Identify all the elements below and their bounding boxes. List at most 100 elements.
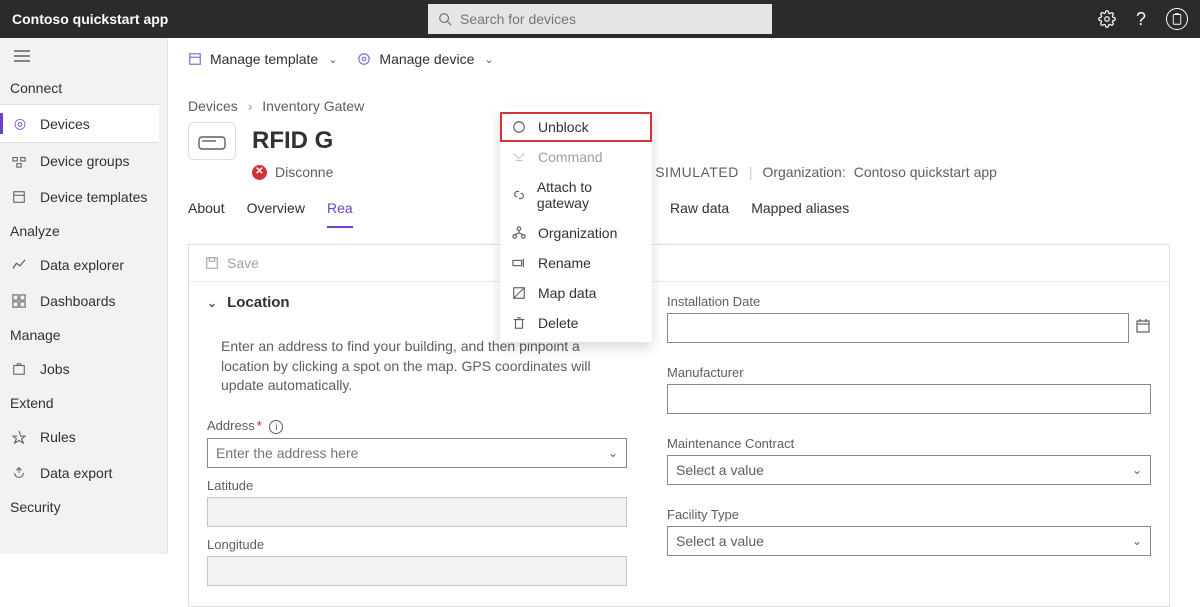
longitude-label: Longitude (207, 537, 627, 552)
select-placeholder: Select a value (676, 462, 764, 478)
calendar-icon[interactable] (1129, 318, 1151, 334)
breadcrumb-root[interactable]: Devices (188, 98, 238, 114)
help-icon[interactable]: ? (1136, 9, 1146, 30)
nav-section-manage: Manage (0, 319, 167, 351)
save-bar: Save (189, 245, 1169, 282)
settings-icon[interactable] (1098, 10, 1116, 28)
manage-device-button[interactable]: Manage device ⌄ (357, 51, 493, 67)
menu-item-label: Rename (538, 255, 591, 271)
device-icon (357, 52, 371, 66)
manufacturer-label: Manufacturer (667, 365, 1151, 380)
sidebar-item-device-templates[interactable]: Device templates (0, 179, 167, 215)
latitude-input[interactable] (207, 497, 627, 527)
sidebar-item-label: Dashboards (40, 293, 116, 309)
sidebar-item-label: Device groups (40, 153, 130, 169)
sidebar: Connect ◎ Devices Device groups Device t… (0, 38, 168, 554)
longitude-input[interactable] (207, 556, 627, 586)
device-templates-icon (12, 190, 28, 204)
menu-item-command: Command (500, 142, 652, 172)
rename-icon (512, 256, 528, 270)
breadcrumb-separator: › (248, 98, 253, 114)
mapdata-icon (512, 286, 528, 300)
chevron-down-icon: ⌄ (484, 53, 493, 66)
sidebar-item-dashboards[interactable]: Dashboards (0, 283, 167, 319)
breadcrumb-child[interactable]: Inventory Gatew (262, 98, 364, 114)
device-thumbnail-icon (188, 122, 236, 160)
device-groups-icon (12, 154, 28, 168)
device-tabs: About Overview Rea Devices Commands Raw … (168, 180, 1200, 228)
info-icon[interactable]: i (269, 420, 283, 434)
data-export-icon (12, 466, 28, 480)
manage-template-button[interactable]: Manage template ⌄ (188, 51, 337, 67)
section-title: Location (227, 294, 290, 311)
sidebar-item-jobs[interactable]: Jobs (0, 351, 167, 387)
org-label: Organization: (762, 164, 845, 180)
facility-type-select[interactable]: Select a value ⌄ (667, 526, 1151, 556)
hamburger-icon[interactable] (0, 50, 167, 72)
menu-item-organization[interactable]: Organization (500, 218, 652, 248)
global-search[interactable] (428, 4, 772, 34)
select-placeholder: Select a value (676, 533, 764, 549)
form-panel: Save ⌄ Location Enter an address to find… (188, 244, 1170, 607)
cmd-label: Manage template (210, 51, 318, 67)
menu-item-delete[interactable]: Delete (500, 308, 652, 338)
facility-type-label: Facility Type (667, 507, 1151, 522)
manufacturer-input[interactable] (667, 384, 1151, 414)
sidebar-item-label: Jobs (40, 361, 70, 377)
menu-item-rename[interactable]: Rename (500, 248, 652, 278)
menu-item-map-data[interactable]: Map data (500, 278, 652, 308)
app-title: Contoso quickstart app (12, 11, 168, 27)
save-button[interactable]: Save (227, 255, 259, 271)
menu-item-label: Map data (538, 285, 596, 301)
maint-contract-label: Maintenance Contract (667, 436, 1151, 451)
menu-item-label: Attach to gateway (537, 179, 640, 211)
breadcrumb: Devices › Inventory Gatew (168, 72, 1200, 114)
sidebar-item-data-explorer[interactable]: Data explorer (0, 247, 167, 283)
tab-raw-data[interactable]: Raw data (670, 200, 729, 228)
tab-overview[interactable]: Overview (247, 200, 305, 228)
sidebar-item-label: Data explorer (40, 257, 124, 273)
chevron-down-icon: ⌄ (328, 53, 337, 66)
save-icon (205, 256, 219, 270)
chevron-down-icon: ⌄ (1132, 534, 1142, 548)
sidebar-item-label: Devices (40, 116, 90, 132)
sidebar-item-label: Data export (40, 465, 112, 481)
menu-item-label: Command (538, 149, 603, 165)
tab-rea[interactable]: Rea (327, 200, 353, 228)
nav-section-connect: Connect (0, 72, 167, 104)
tab-mapped-aliases[interactable]: Mapped aliases (751, 200, 849, 228)
sidebar-item-label: Rules (40, 429, 76, 445)
sidebar-item-data-export[interactable]: Data export (0, 455, 167, 491)
install-date-input[interactable] (667, 313, 1129, 343)
sidebar-item-device-groups[interactable]: Device groups (0, 143, 167, 179)
command-bar: Manage template ⌄ Manage device ⌄ (168, 38, 1200, 72)
sidebar-item-devices[interactable]: ◎ Devices (0, 104, 159, 143)
maint-contract-select[interactable]: Select a value ⌄ (667, 455, 1151, 485)
address-label: Address* i (207, 418, 627, 435)
menu-item-unblock[interactable]: Unblock (500, 112, 652, 142)
nav-section-analyze: Analyze (0, 215, 167, 247)
chevron-down-icon: ⌄ (207, 296, 217, 310)
menu-item-label: Unblock (538, 119, 589, 135)
organization-icon (512, 226, 528, 240)
template-icon (188, 52, 202, 66)
delete-icon (512, 316, 528, 330)
unblock-icon (512, 120, 528, 134)
dashboards-icon (12, 294, 28, 308)
sidebar-item-label: Device templates (40, 189, 147, 205)
address-input[interactable]: ⌄ (207, 438, 627, 468)
menu-item-attach-gateway[interactable]: Attach to gateway (500, 172, 652, 218)
cmd-label: Manage device (379, 51, 474, 67)
disconnected-icon: ✕ (252, 165, 267, 180)
attach-icon (512, 188, 527, 202)
feedback-icon[interactable] (1166, 8, 1188, 30)
tab-about[interactable]: About (188, 200, 225, 228)
menu-item-label: Organization (538, 225, 617, 241)
search-input[interactable] (460, 11, 762, 27)
nav-section-security: Security (0, 491, 167, 523)
latitude-label: Latitude (207, 478, 627, 493)
nav-section-extend: Extend (0, 387, 167, 419)
sidebar-item-rules[interactable]: Rules (0, 419, 167, 455)
device-name: RFID G (252, 127, 333, 155)
jobs-icon (12, 362, 28, 376)
